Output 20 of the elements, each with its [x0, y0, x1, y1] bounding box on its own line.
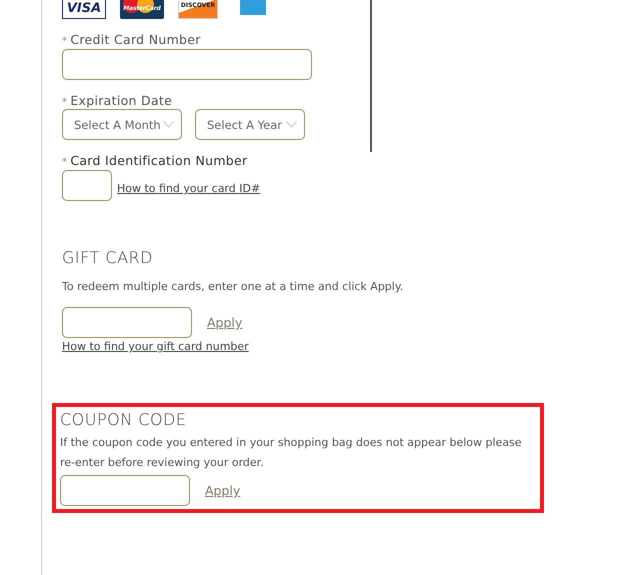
section-description: To redeem multiple cards, enter one at a time and click Apply. [62, 279, 404, 295]
gift-card-field[interactable] [62, 307, 192, 338]
card-id-field[interactable] [62, 170, 112, 201]
credit-card-number-field[interactable] [62, 49, 312, 80]
field-label: * Card Identification Number [62, 153, 248, 168]
section-description: If the coupon code you entered in your shopping bag does not appear below please re-enter before reviewing your order. [60, 435, 523, 471]
year-select[interactable]: Select A Year [195, 109, 305, 140]
apply-link[interactable]: Apply [205, 483, 240, 498]
visa-logo: VISA [62, 0, 106, 19]
gift-card-help-link[interactable]: How to find your gift card number [62, 340, 631, 353]
card-id-help-link[interactable]: How to find your card ID# [117, 182, 260, 195]
field-label: * Expiration Date [62, 93, 174, 108]
chevron-down-icon [163, 121, 174, 128]
apply-link[interactable]: Apply [207, 315, 242, 330]
section-heading: COUPON CODE [60, 410, 188, 429]
month-select[interactable]: Select A Month [62, 109, 182, 140]
section-heading: GIFT CARD [62, 248, 154, 267]
field-label: * Credit Card Number [62, 32, 202, 47]
chevron-down-icon [286, 121, 297, 128]
coupon-code-field[interactable] [60, 475, 190, 506]
